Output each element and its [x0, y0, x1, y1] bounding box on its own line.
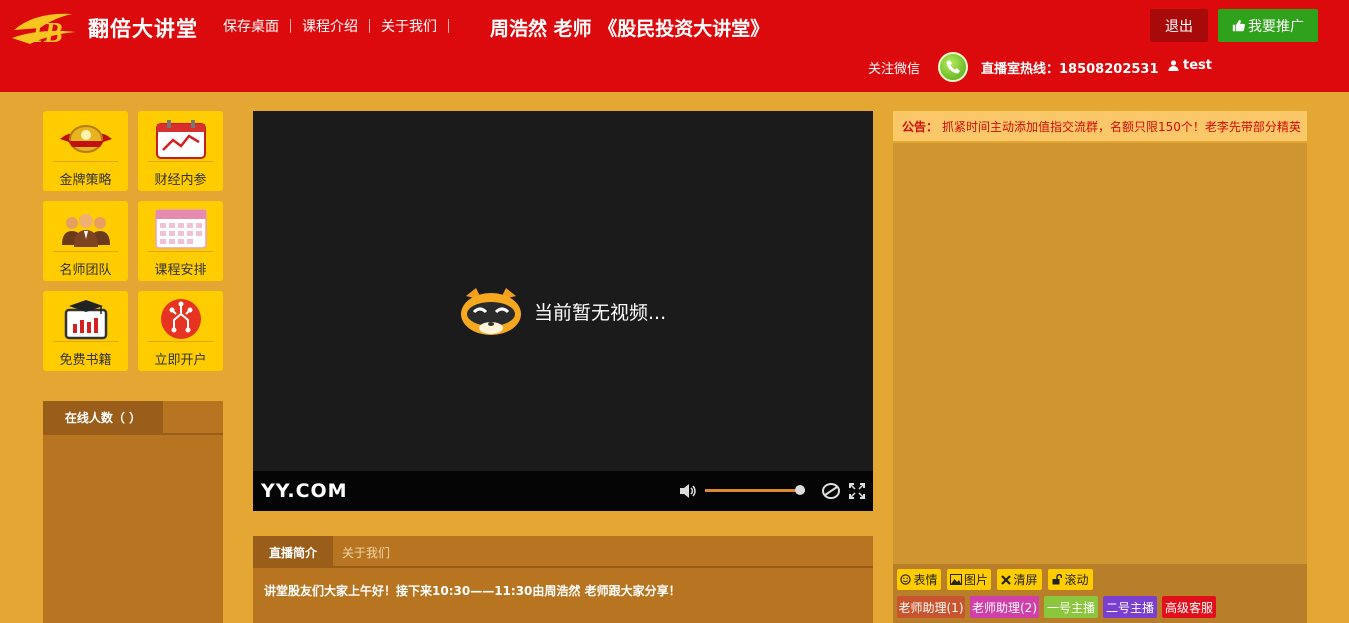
nav-about-us[interactable]: 关于我们: [370, 16, 448, 36]
close-icon: [1001, 574, 1012, 585]
promote-label: 我要推广: [1248, 18, 1304, 35]
page-title: 周浩然 老师 《股民投资大讲堂》: [490, 18, 770, 40]
tile-divider: [148, 161, 213, 162]
tile-divider: [148, 251, 213, 252]
chat-messages-area[interactable]: [893, 143, 1307, 564]
hotline-text: 直播室热线：18508202531: [981, 62, 1159, 77]
nav-save-desktop[interactable]: 保存桌面: [212, 16, 290, 36]
intro-tabs: 直播简介 关于我们: [253, 536, 873, 568]
thumbs-up-icon: [1232, 19, 1245, 32]
role-senior-support[interactable]: 高级客服: [1162, 596, 1216, 618]
user-menu[interactable]: test: [1168, 58, 1212, 73]
nav-course-intro[interactable]: 课程介绍: [291, 16, 369, 36]
volume-icon[interactable]: [679, 483, 697, 499]
brand-name: 翻倍大讲堂: [88, 17, 198, 41]
yy-mascot-icon: [461, 288, 521, 335]
volume-slider[interactable]: [705, 489, 805, 492]
tile-divider: [53, 251, 118, 252]
nav-divider: [448, 19, 449, 33]
graduation-book-icon: [58, 297, 114, 341]
tile-gold-strategy[interactable]: 金牌策略: [43, 111, 128, 191]
yy-logo: YY.COM: [261, 480, 348, 502]
tile-open-account[interactable]: 立即开户: [138, 291, 223, 371]
live-intro-panel: 直播简介 关于我们 讲堂股友们大家上午好！接下来10:30——11:30由周浩然…: [253, 536, 873, 623]
svg-text:1B: 1B: [30, 18, 63, 48]
tile-label: 免费书籍: [59, 353, 112, 368]
role-host-1[interactable]: 一号主播: [1044, 596, 1098, 618]
team-icon: [58, 207, 114, 251]
tab-live-intro[interactable]: 直播简介: [253, 536, 333, 568]
emoji-button[interactable]: 表情: [897, 569, 941, 590]
video-player[interactable]: 当前暂无视频... YY.COM: [253, 111, 873, 511]
tile-label: 课程安排: [154, 263, 207, 278]
announcement-bar: 公告： 抓紧时间主动添加值指交流群，名额只限150个！老李先带部分精英: [893, 111, 1307, 141]
no-video-text: 当前暂无视频...: [534, 301, 667, 324]
tile-finance-insider[interactable]: 财经内参: [138, 111, 223, 191]
tile-divider: [148, 341, 213, 342]
tile-label: 金牌策略: [59, 173, 112, 188]
promote-button[interactable]: 我要推广: [1218, 9, 1318, 42]
unlock-icon: [1052, 574, 1063, 585]
username: test: [1183, 58, 1212, 73]
follow-wechat-label[interactable]: 关注微信: [868, 58, 920, 77]
scroll-toggle-button[interactable]: 滚动: [1048, 569, 1093, 590]
panel-divider: [43, 433, 223, 435]
gold-medal-icon: [58, 117, 114, 161]
role-assistant-2[interactable]: 老师助理(2): [970, 596, 1039, 618]
schedule-icon: [153, 207, 209, 251]
user-icon: [1168, 60, 1179, 71]
role-assistant-1[interactable]: 老师助理(1): [897, 596, 965, 618]
video-control-bar: YY.COM: [253, 471, 873, 511]
circuit-icon: [153, 297, 209, 341]
announcement-text: 抓紧时间主动添加值指交流群，名额只限150个！老李先带部分精英: [942, 119, 1301, 134]
tile-divider: [53, 341, 118, 342]
role-host-2[interactable]: 二号主播: [1103, 596, 1157, 618]
online-users-tab[interactable]: 在线人数（ ）: [43, 401, 163, 433]
top-nav: 保存桌面 课程介绍 关于我们: [212, 16, 449, 36]
tile-label: 财经内参: [154, 173, 207, 188]
volume-knob[interactable]: [795, 485, 805, 495]
calendar-chart-icon: [153, 117, 209, 161]
emoji-label: 表情: [913, 573, 938, 587]
fullscreen-icon[interactable]: [849, 483, 865, 499]
intro-text: 讲堂股友们大家上午好！接下来10:30——11:30由周浩然 老师跟大家分享！: [264, 584, 681, 598]
image-label: 图片: [963, 573, 988, 587]
brand-logo[interactable]: 1B: [10, 8, 80, 48]
tile-label: 名师团队: [59, 263, 112, 278]
tile-free-books[interactable]: 免费书籍: [43, 291, 128, 371]
quality-icon[interactable]: [821, 482, 841, 500]
phone-icon[interactable]: [938, 52, 968, 82]
tile-label: 立即开户: [154, 353, 207, 368]
tab-about-us[interactable]: 关于我们: [333, 536, 399, 568]
tile-teacher-team[interactable]: 名师团队: [43, 201, 128, 281]
scroll-label: 滚动: [1064, 573, 1089, 587]
image-button[interactable]: 图片: [947, 569, 991, 590]
top-header: 1B 翻倍大讲堂 保存桌面 课程介绍 关于我们 周浩然 老师 《股民投资大讲堂》…: [0, 0, 1349, 92]
picture-icon: [949, 574, 962, 585]
no-video-message: 当前暂无视频...: [458, 286, 666, 336]
tile-course-schedule[interactable]: 课程安排: [138, 201, 223, 281]
tile-divider: [53, 161, 118, 162]
logout-button[interactable]: 退出: [1150, 9, 1208, 42]
clear-screen-label: 清屏: [1013, 573, 1038, 587]
announcement-label: 公告：: [902, 119, 939, 134]
online-users-panel: 在线人数（ ）: [43, 401, 223, 623]
clear-screen-button[interactable]: 清屏: [997, 569, 1042, 590]
phone-glyph-icon: [946, 60, 960, 74]
smiley-icon: [900, 574, 912, 585]
chat-toolbar: 表情 图片 清屏 滚动 老师助理(1) 老师助理(2) 一号主播 二号主播 高级…: [893, 564, 1307, 623]
